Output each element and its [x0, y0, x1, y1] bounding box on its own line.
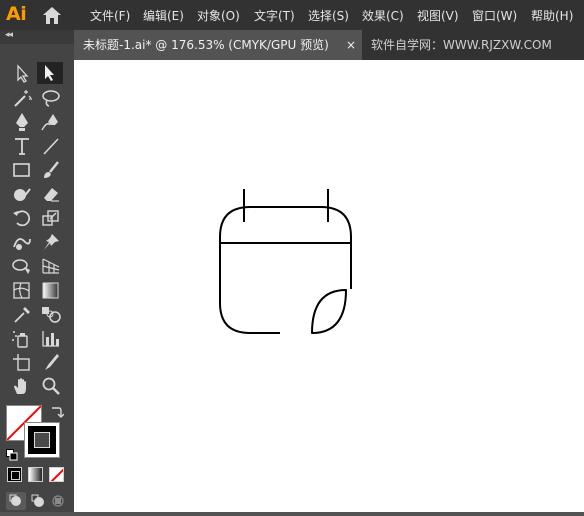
perspective-grid-tool[interactable] — [39, 255, 63, 277]
symbol-sprayer-icon — [12, 331, 28, 348]
calendar-body-outline — [219, 206, 352, 334]
tab-document-other[interactable]: 软件自学网：WWW.RJZXW.COM — [362, 30, 584, 60]
puppet-warp-tool[interactable] — [39, 231, 63, 253]
direct-selection-tool[interactable] — [37, 62, 63, 84]
draw-inside-icon — [52, 495, 64, 507]
menu-edit[interactable]: 编辑(E) — [143, 7, 184, 24]
lasso-tool[interactable] — [39, 87, 63, 109]
scale-tool[interactable] — [39, 207, 63, 229]
none-slash-icon — [50, 468, 63, 481]
calendar-page-curl — [311, 289, 347, 334]
line-icon — [43, 138, 59, 155]
swap-fill-stroke-button[interactable] — [48, 404, 65, 420]
column-graph-icon — [42, 331, 59, 347]
rectangle-tool[interactable] — [10, 159, 34, 181]
default-colors-button[interactable] — [6, 446, 18, 461]
home-icon — [43, 7, 61, 24]
shape-builder-tool[interactable] — [10, 255, 34, 277]
magnifier-icon — [42, 377, 60, 395]
hand-icon — [14, 378, 26, 394]
draw-behind-icon — [31, 494, 44, 507]
pin-icon — [44, 234, 59, 250]
tab-document-active[interactable]: 未标题-1.ai* @ 176.53% (CMYK/GPU 预览) × — [74, 30, 362, 60]
scale-icon — [42, 210, 59, 226]
menu-effect[interactable]: 效果(C) — [362, 7, 404, 24]
rectangle-icon — [13, 163, 30, 177]
tab-close-button[interactable]: × — [346, 30, 356, 60]
menu-window[interactable]: 窗口(W) — [472, 7, 517, 24]
app-logo: Ai — [6, 3, 27, 25]
shape-builder-icon — [12, 259, 30, 274]
hand-tool[interactable] — [10, 375, 34, 397]
rotate-tool[interactable] — [10, 207, 34, 229]
magic-wand-tool[interactable] — [10, 87, 34, 109]
magic-wand-icon — [14, 90, 32, 107]
arrow-outline-icon — [17, 64, 29, 83]
gradient-button[interactable] — [28, 467, 43, 482]
draw-normal-icon — [9, 494, 21, 506]
swap-arrow-icon — [52, 407, 65, 418]
draw-behind-button[interactable] — [28, 492, 48, 510]
gradient-icon — [42, 282, 59, 299]
shaper-icon — [14, 188, 31, 201]
blend-tool[interactable] — [39, 303, 63, 325]
slice-tool[interactable] — [39, 351, 63, 373]
lasso-icon — [42, 90, 60, 107]
home-button[interactable] — [40, 4, 64, 26]
menu-select[interactable]: 选择(S) — [308, 7, 349, 24]
arrow-filled-icon — [45, 65, 54, 81]
zoom-tool[interactable] — [39, 375, 63, 397]
color-button[interactable] — [7, 467, 22, 482]
artboard-icon — [13, 354, 30, 371]
collapse-panel-button[interactable]: ◂◂ — [5, 30, 13, 40]
none-button[interactable] — [49, 467, 64, 482]
mesh-tool[interactable] — [10, 279, 34, 301]
curvature-tool[interactable] — [39, 111, 63, 133]
toolbar-header: ◂◂ — [0, 30, 74, 44]
type-tool[interactable] — [10, 135, 34, 157]
type-icon — [15, 138, 29, 155]
slice-knife-icon — [45, 354, 59, 370]
menu-file[interactable]: 文件(F) — [90, 7, 130, 24]
tab-title: 未标题-1.ai* @ 176.53% (CMYK/GPU 预览) — [83, 38, 329, 52]
calendar-icon-artwork — [219, 189, 352, 334]
blend-icon — [42, 307, 61, 323]
gradient-tool[interactable] — [39, 279, 63, 301]
menu-type[interactable]: 文字(T) — [254, 7, 295, 24]
warp-icon — [13, 238, 31, 250]
artboard-tool[interactable] — [10, 351, 34, 373]
rotate-icon — [13, 210, 31, 227]
eyedropper-icon — [14, 307, 30, 323]
warp-tool[interactable] — [10, 231, 34, 253]
pen-tool[interactable] — [10, 111, 34, 133]
eyedropper-tool[interactable] — [10, 303, 34, 325]
menu-help[interactable]: 帮助(H) — [531, 7, 573, 24]
menu-object[interactable]: 对象(O) — [197, 7, 240, 24]
paintbrush-tool[interactable] — [39, 159, 63, 181]
menu-view[interactable]: 视图(V) — [417, 7, 459, 24]
eraser-tool[interactable] — [39, 183, 63, 205]
perspective-grid-icon — [42, 258, 60, 274]
symbol-sprayer-tool[interactable] — [10, 327, 34, 349]
eraser-icon — [44, 188, 59, 202]
stroke-swatch[interactable] — [24, 422, 60, 458]
shaper-tool[interactable] — [10, 183, 34, 205]
line-segment-tool[interactable] — [39, 135, 63, 157]
default-colors-icon — [6, 449, 18, 461]
draw-normal-button[interactable] — [6, 492, 26, 510]
selection-tool[interactable] — [10, 63, 34, 85]
tools-panel: ◂◂ — [0, 30, 74, 512]
draw-inside-button[interactable] — [48, 492, 68, 510]
artboard-canvas[interactable] — [74, 60, 584, 512]
menu-bar: Ai 文件(F) 编辑(E) 对象(O) 文字(T) 选择(S) 效果(C) 视… — [0, 0, 584, 30]
paintbrush-icon — [44, 161, 59, 178]
pen-icon — [16, 113, 28, 131]
mesh-icon — [13, 282, 30, 299]
column-graph-tool[interactable] — [39, 327, 63, 349]
curvature-pen-icon — [41, 114, 58, 131]
document-tab-bar: 未标题-1.ai* @ 176.53% (CMYK/GPU 预览) × 软件自学… — [74, 30, 584, 60]
